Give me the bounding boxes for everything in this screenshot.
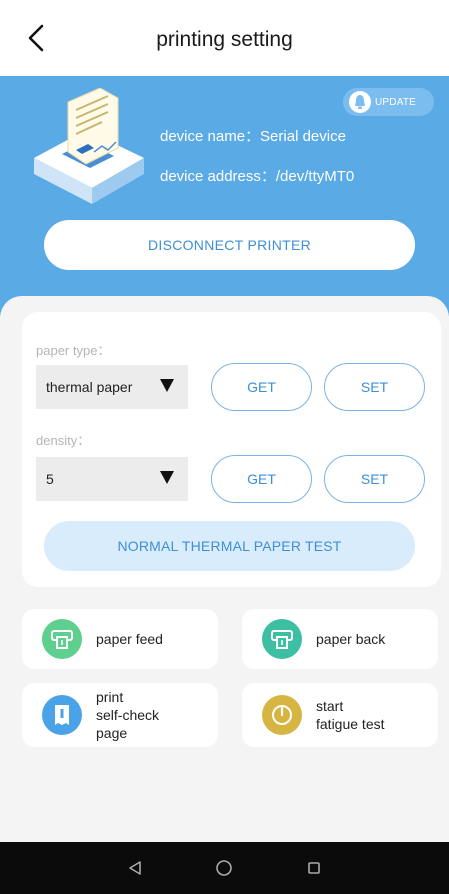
fatigue-test-label: start fatigue test <box>316 698 385 732</box>
paper-feed-tile[interactable]: paper feed <box>22 609 218 669</box>
caret-down-icon <box>160 471 174 484</box>
nav-back-icon <box>129 861 141 875</box>
thermal-paper-test-button[interactable]: NORMAL THERMAL PAPER TEST <box>44 521 415 571</box>
printer-illustration <box>34 88 144 204</box>
density-set-button[interactable]: SET <box>324 455 425 503</box>
density-label: density： <box>36 433 91 448</box>
fatigue-test-tile[interactable]: start fatigue test <box>242 683 438 747</box>
paper-type-get-button[interactable]: GET <box>211 363 312 411</box>
page-title: printing setting <box>156 28 293 51</box>
printer-icon <box>42 619 82 659</box>
gauge-icon <box>262 695 302 735</box>
device-address: device address：/dev/ttyMT0 <box>160 168 355 185</box>
density-value: 5 <box>46 471 54 487</box>
self-check-page-tile[interactable]: print self-check page <box>22 683 218 747</box>
nav-recents-button[interactable] <box>302 856 326 880</box>
paper-type-set-button[interactable]: SET <box>324 363 425 411</box>
caret-down-icon <box>160 379 174 392</box>
nav-home-icon <box>216 860 233 876</box>
nav-home-button[interactable] <box>212 856 236 880</box>
update-button[interactable]: UPDATE <box>343 88 434 116</box>
paper-type-select[interactable]: thermal paper <box>36 365 188 409</box>
density-select[interactable]: 5 <box>36 457 188 501</box>
bell-icon <box>349 91 371 113</box>
density-get-button[interactable]: GET <box>211 455 312 503</box>
system-nav-bar <box>0 842 449 894</box>
paper-type-label: paper type： <box>36 343 111 358</box>
paper-type-value: thermal paper <box>46 379 133 395</box>
paper-back-tile[interactable]: paper back <box>242 609 438 669</box>
disconnect-printer-button[interactable]: DISCONNECT PRINTER <box>44 220 415 270</box>
printer-icon <box>262 619 302 659</box>
receipt-icon <box>42 695 82 735</box>
paper-feed-label: paper feed <box>96 631 163 647</box>
update-label: UPDATE <box>375 96 417 108</box>
top-bar: printing setting <box>0 0 449 76</box>
nav-recents-icon <box>308 862 320 874</box>
self-check-page-label: print self-check page <box>96 689 160 741</box>
paper-back-label: paper back <box>316 631 386 647</box>
nav-back-button[interactable] <box>123 856 147 880</box>
device-name: device name：Serial device <box>160 128 346 145</box>
